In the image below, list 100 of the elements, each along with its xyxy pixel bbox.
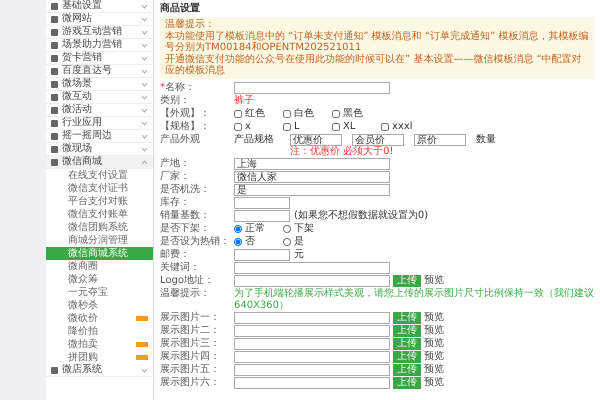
chevron-down-icon [141,368,148,372]
chevron-down-icon [141,120,148,126]
checkbox[interactable] [381,123,389,131]
square-icon [51,132,58,140]
input-field[interactable] [234,325,390,337]
preview-link[interactable]: 预览 [424,325,444,337]
checkbox[interactable] [332,123,340,131]
radio-button[interactable] [283,238,291,246]
submenu-item[interactable]: 微众筹 [46,273,153,286]
square-icon [51,54,58,62]
chevron-down-icon [141,56,148,60]
sidebar-item[interactable]: 微活动 [46,104,153,117]
submenu-item[interactable]: 微信支付账单 [46,208,153,221]
input-field[interactable]: 是 [234,184,390,196]
option-label: xxxl [392,121,413,133]
price-field[interactable]: 会员价 [352,134,404,146]
hint-text: 为了手机端轮播展示样式美观，请您上传的展示图片尺寸比例保持一致（我们建议640X360） [234,288,594,312]
radio-button[interactable] [283,225,291,233]
submenu-item[interactable]: 商城分润管理 [46,234,153,247]
option-label: 白色 [294,108,314,120]
input-field[interactable] [234,377,390,389]
price-field[interactable]: 原价 [414,134,466,146]
field-label: 展示图片五： [160,364,221,376]
square-icon [51,42,58,48]
field-label: 是否下架： [160,223,211,235]
input-field[interactable] [234,338,390,350]
checkbox[interactable] [283,123,291,131]
square-icon [51,80,58,88]
sidebar-item[interactable]: 微店系统 [46,364,153,377]
submenu-item[interactable]: 微信支付证书 [46,182,153,195]
preview-link[interactable]: 预览 [424,312,444,324]
input-field[interactable] [234,364,390,376]
sidebar-item[interactable]: 微互动 [46,91,153,104]
submenu-item[interactable]: 拼团购 [46,351,153,364]
price-field[interactable]: 优惠价 [290,134,342,146]
sidebar-item[interactable]: 摇一摇周边 [46,130,153,143]
preview-link[interactable]: 预览 [424,338,444,350]
preview-link[interactable]: 预览 [424,364,444,376]
chevron-down-icon [141,82,148,86]
input-field[interactable] [234,82,390,94]
submenu-item[interactable]: 平台支付对账 [46,195,153,208]
square-icon [51,146,58,152]
checkbox[interactable] [234,123,242,131]
checkbox[interactable] [332,110,340,118]
checkbox[interactable] [234,110,242,118]
field-label: 展示图片一： [160,312,221,324]
input-field[interactable] [234,275,390,287]
chevron-down-icon [141,42,148,48]
sidebar-item[interactable]: 贺卡营销 [46,52,153,65]
chevron-down-icon [141,134,148,138]
submenu-item[interactable]: 微商圈 [46,260,153,273]
sidebar-item[interactable]: 游戏互动营销 [46,26,153,39]
preview-link[interactable]: 预览 [424,275,444,287]
sidebar-item[interactable]: 百度直达号 [46,65,153,78]
preview-link[interactable]: 预览 [424,377,444,389]
square-icon [51,106,58,114]
sidebar-item[interactable]: 行业应用 [46,117,153,130]
option-label: x [245,121,251,133]
field-label: 【外观】： [160,108,211,120]
notice-heading: 温馨提示： [165,19,216,30]
square-icon [51,120,58,126]
radio-button[interactable] [234,225,242,233]
field-label: 库存： [160,197,191,209]
radio-button[interactable] [234,238,242,246]
input-field[interactable] [234,351,390,363]
option-label: 正常 [245,223,265,235]
chevron-down-icon [141,94,148,100]
input-field[interactable] [234,312,390,324]
field-label: 是否设为热销： [160,236,231,248]
submenu-item[interactable]: 降价拍 [46,325,153,338]
sidebar-item[interactable]: 微网站 [46,13,153,26]
option-label: 否 [245,236,255,248]
validation-note: 注：优惠价 必须大于0! [290,146,395,158]
category-value: 裤子 [234,95,254,107]
submenu-item[interactable]: 微信团购系统 [46,221,153,234]
field-hint: (如果您不想假数据就设置为0) [294,210,428,222]
sidebar-item[interactable]: 微场景 [46,78,153,91]
submenu-item[interactable]: 一元夺宝 [46,286,153,299]
sidebar-item[interactable]: 微信商城 [46,156,153,169]
field-label: *名称： [160,82,196,94]
option-label: 是 [294,236,304,248]
input-field[interactable] [234,262,390,274]
field-label: 关键词： [160,262,201,274]
submenu-item[interactable]: 微秒杀 [46,299,153,312]
submenu-item[interactable]: 微砍价 [46,312,153,325]
input-field[interactable] [234,197,290,209]
field-label: 展示图片二： [160,325,221,337]
column-label: 数量 [476,134,496,146]
chevron-down-icon [141,146,148,152]
checkbox[interactable] [283,110,291,118]
sidebar-item[interactable]: 场景助力营销 [46,39,153,52]
submenu-item[interactable]: 微拍卖 [46,338,153,351]
field-label: 产品外观 [160,134,201,146]
field-label: 产地： [160,158,191,170]
input-field[interactable] [234,210,290,222]
sidebar-item[interactable]: 基础设置 [46,0,153,13]
input-field[interactable] [234,249,290,261]
preview-link[interactable]: 预览 [424,351,444,363]
input-field[interactable]: 上海 [234,158,390,170]
submenu-item[interactable]: 在线支付设置 [46,169,153,182]
